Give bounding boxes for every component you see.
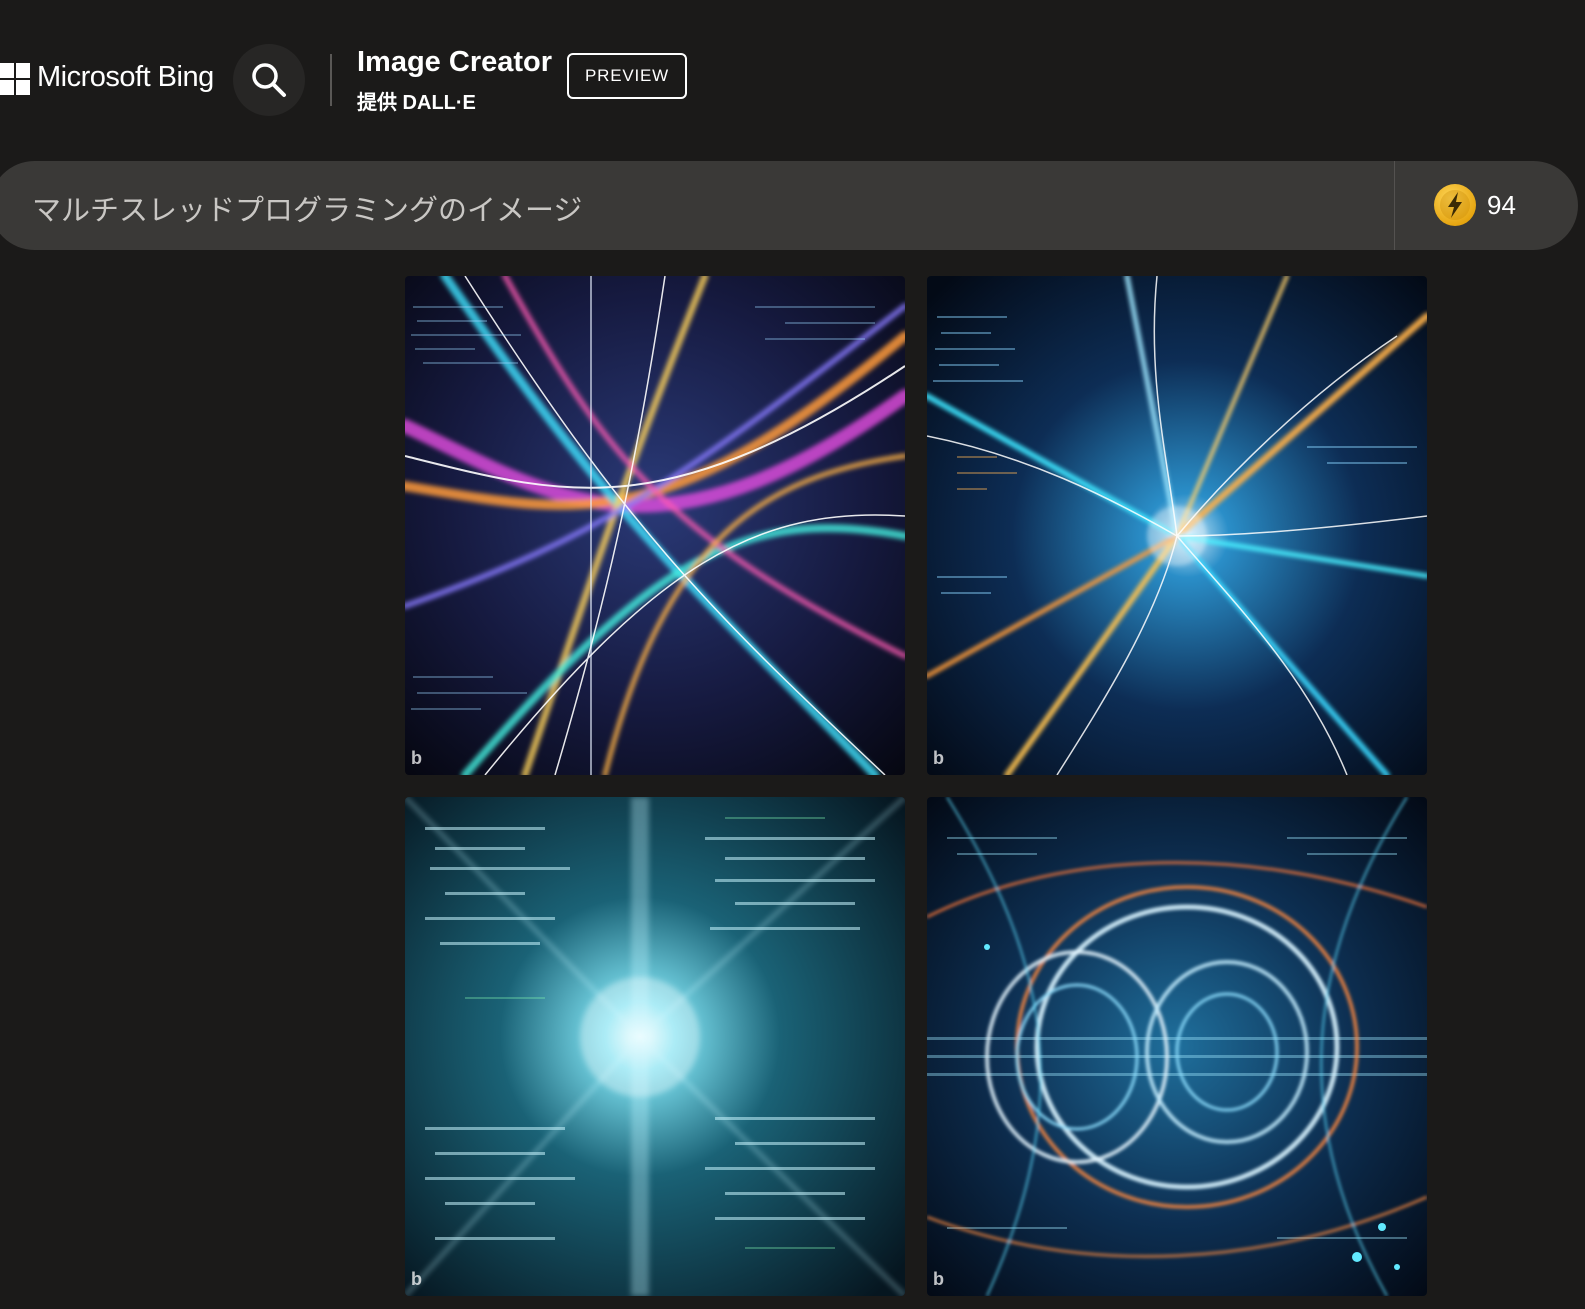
prompt-divider xyxy=(1394,161,1395,250)
generated-image-1[interactable]: b xyxy=(405,276,905,775)
page-title[interactable]: Image Creator xyxy=(357,46,552,79)
prompt-bar[interactable]: マルチスレッドプログラミングのイメージ 94 xyxy=(0,161,1578,250)
generated-image-3[interactable]: b xyxy=(405,797,905,1296)
preview-badge: PREVIEW xyxy=(567,53,687,99)
search-button[interactable] xyxy=(233,44,305,116)
bing-watermark: b xyxy=(411,1269,422,1289)
boost-coin-icon[interactable] xyxy=(1433,183,1477,227)
bing-watermark: b xyxy=(933,748,944,768)
microsoft-logo-icon[interactable] xyxy=(0,63,30,96)
search-icon xyxy=(252,63,286,97)
header-divider xyxy=(330,54,332,106)
generated-image-2[interactable]: b xyxy=(927,276,1427,775)
boost-count: 94 xyxy=(1487,190,1516,220)
bing-watermark: b xyxy=(411,748,422,768)
page-subtitle: 提供 DALL·E xyxy=(357,92,476,114)
brand-name[interactable]: Microsoft Bing xyxy=(37,61,214,94)
generated-image-4[interactable]: b xyxy=(927,797,1427,1296)
bing-watermark: b xyxy=(933,1269,944,1289)
prompt-input[interactable]: マルチスレッドプログラミングのイメージ xyxy=(32,187,582,229)
image-gallery: b b b b xyxy=(405,276,1430,1301)
header: Microsoft Bing Image Creator 提供 DALL·E P… xyxy=(0,0,1585,150)
